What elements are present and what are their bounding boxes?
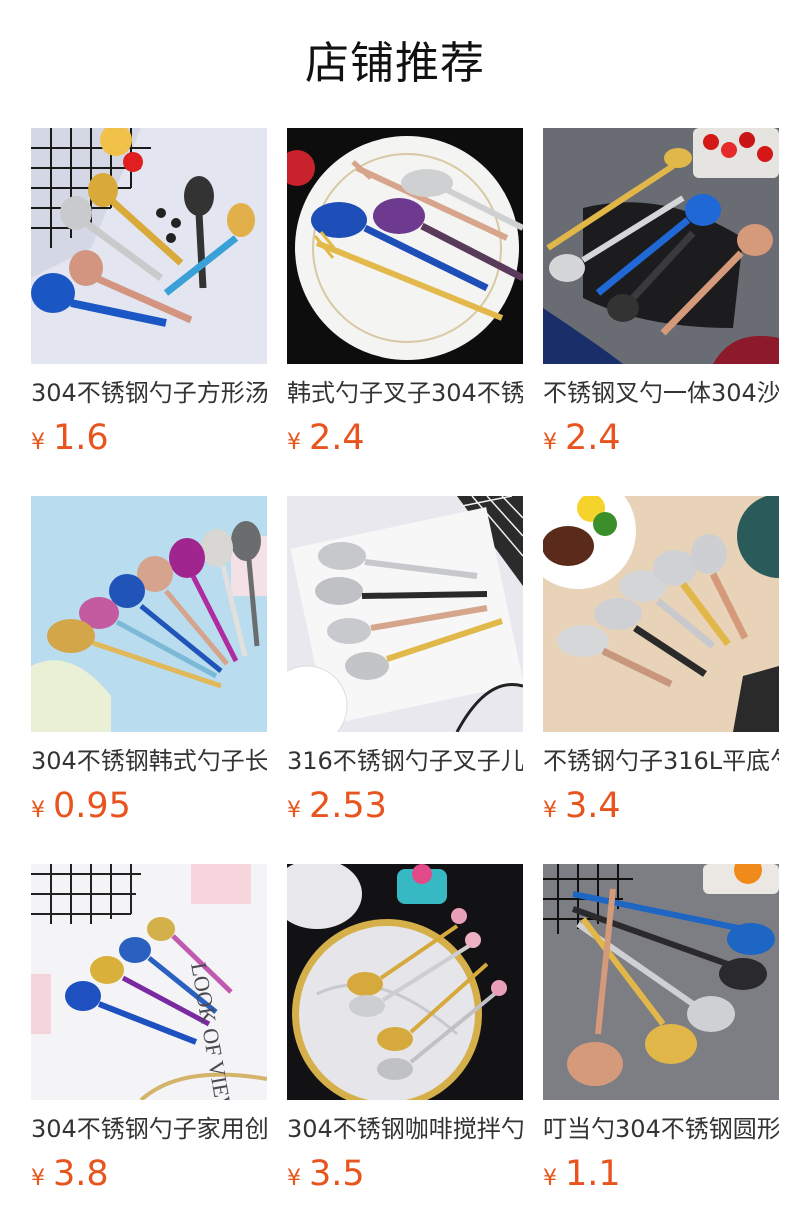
product-price: ¥2.53 — [287, 784, 387, 828]
product-card[interactable]: 不锈钢叉勺一体304沙拉 ¥2.4 — [543, 128, 779, 468]
product-image[interactable] — [31, 128, 267, 364]
product-card[interactable]: 韩式勺子叉子304不锈钢 ¥2.4 — [287, 128, 523, 468]
currency-symbol: ¥ — [287, 1166, 301, 1191]
product-image[interactable] — [31, 496, 267, 732]
price-value: 3.5 — [309, 1154, 365, 1194]
currency-symbol: ¥ — [287, 798, 301, 823]
product-name[interactable]: 叮当勺304不锈钢圆形 — [543, 1112, 779, 1146]
product-price: ¥1.6 — [31, 416, 109, 460]
currency-symbol: ¥ — [287, 430, 301, 455]
product-name[interactable]: 304不锈钢咖啡搅拌勺 — [287, 1112, 523, 1146]
product-card[interactable]: 304不锈钢韩式勺子长柄 ¥0.95 — [31, 496, 267, 836]
product-price: ¥3.5 — [287, 1152, 365, 1196]
price-value: 1.1 — [565, 1154, 621, 1194]
product-name[interactable]: 304不锈钢勺子家用创意 — [31, 1112, 267, 1146]
product-card[interactable]: 不锈钢勺子316L平底勺 ¥3.4 — [543, 496, 779, 836]
price-value: 2.4 — [309, 418, 365, 458]
page-title: 店铺推荐 — [305, 38, 485, 89]
product-name[interactable]: 304不锈钢韩式勺子长柄 — [31, 744, 267, 778]
product-image[interactable] — [287, 496, 523, 732]
price-value: 1.6 — [53, 418, 109, 458]
product-name[interactable]: 304不锈钢勺子方形汤勺 — [31, 376, 267, 410]
product-image[interactable] — [287, 864, 523, 1100]
product-card[interactable]: 304不锈钢咖啡搅拌勺 ¥3.5 — [287, 864, 523, 1204]
price-value: 2.53 — [309, 786, 387, 826]
product-card[interactable]: 304不锈钢勺子方形汤勺 ¥1.6 — [31, 128, 267, 468]
product-card[interactable]: 叮当勺304不锈钢圆形 ¥1.1 — [543, 864, 779, 1204]
product-price: ¥2.4 — [287, 416, 365, 460]
product-card[interactable]: LOOK OF VIEW 304不锈钢勺子家用创意 ¥3.8 — [31, 864, 267, 1204]
product-price: ¥0.95 — [31, 784, 131, 828]
product-name[interactable]: 不锈钢叉勺一体304沙拉 — [543, 376, 779, 410]
currency-symbol: ¥ — [31, 1166, 45, 1191]
product-image[interactable] — [543, 128, 779, 364]
currency-symbol: ¥ — [543, 1166, 557, 1191]
price-value: 3.8 — [53, 1154, 109, 1194]
product-price: ¥2.4 — [543, 416, 621, 460]
product-name[interactable]: 韩式勺子叉子304不锈钢 — [287, 376, 523, 410]
currency-symbol: ¥ — [543, 798, 557, 823]
currency-symbol: ¥ — [31, 798, 45, 823]
product-price: ¥1.1 — [543, 1152, 621, 1196]
price-value: 0.95 — [53, 786, 131, 826]
product-card[interactable]: 316不锈钢勺子叉子儿童 ¥2.53 — [287, 496, 523, 836]
product-price: ¥3.4 — [543, 784, 621, 828]
price-value: 3.4 — [565, 786, 621, 826]
product-image[interactable] — [543, 864, 779, 1100]
product-price: ¥3.8 — [31, 1152, 109, 1196]
product-name[interactable]: 不锈钢勺子316L平底勺 — [543, 744, 779, 778]
price-value: 2.4 — [565, 418, 621, 458]
product-image[interactable] — [543, 496, 779, 732]
product-name[interactable]: 316不锈钢勺子叉子儿童 — [287, 744, 523, 778]
currency-symbol: ¥ — [31, 430, 45, 455]
product-image[interactable]: LOOK OF VIEW — [31, 864, 267, 1100]
product-image[interactable] — [287, 128, 523, 364]
currency-symbol: ¥ — [543, 430, 557, 455]
